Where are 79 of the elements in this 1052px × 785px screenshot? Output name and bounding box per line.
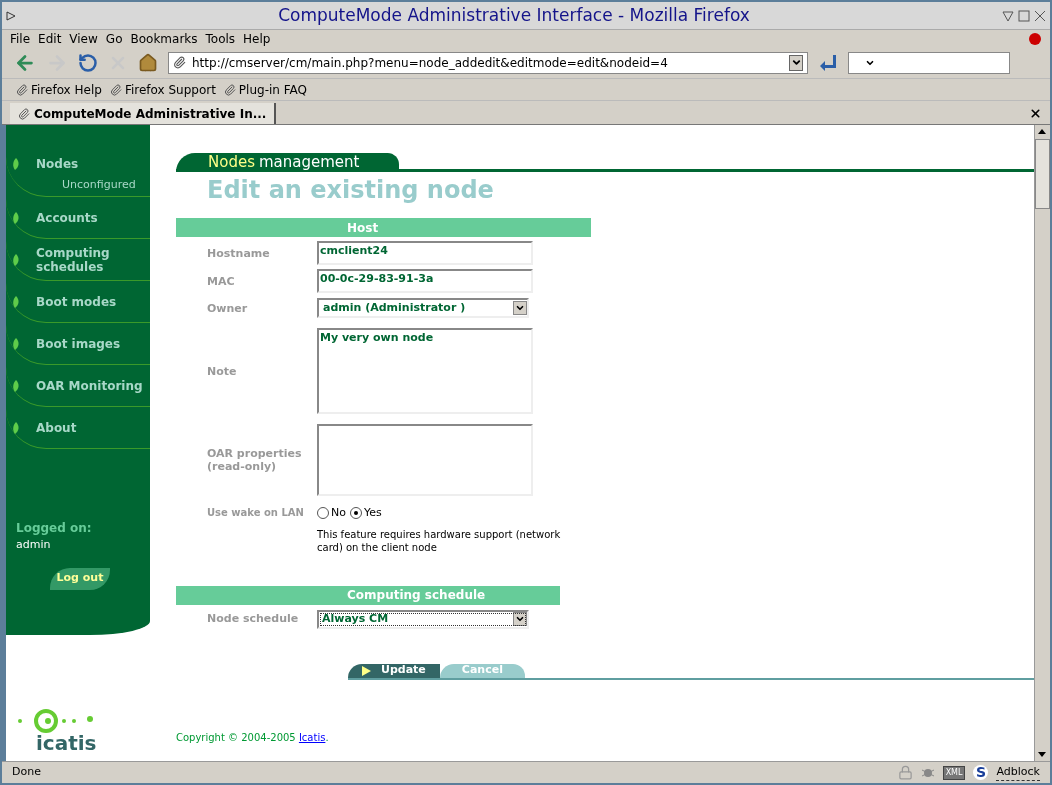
nav-link[interactable]: Nodes [36,157,79,172]
leaf-icon [12,379,20,392]
nav-link[interactable]: Boot images [36,336,121,351]
field-label: Node schedule [206,610,300,627]
bookmark-link[interactable]: Firefox Help [31,80,102,99]
radio-button[interactable] [317,507,329,520]
bookmark-icon [16,83,28,96]
leaf-icon [12,253,20,266]
username: admin [16,537,52,553]
nav-link[interactable]: Accounts [36,210,98,225]
status-text: Done [12,764,42,781]
note-field[interactable]: My very own node [317,328,533,414]
close-icon[interactable] [1034,9,1046,22]
menu-item[interactable]: File [10,29,31,48]
bookmark-icon [223,83,236,96]
play-icon [362,665,371,676]
section-band: Computing schedule [176,585,560,605]
field-label: Note [206,364,238,378]
menu-item[interactable]: Tools [205,29,236,48]
home-icon[interactable] [138,52,158,73]
field-label: Hostname [206,246,271,260]
field-label: Use wake on LAN [206,506,305,520]
owner-dropdown[interactable]: admin (Administrator ) [317,298,529,318]
logo-text: icatis [36,733,97,753]
reload-icon[interactable] [78,52,98,73]
window-menu-icon[interactable] [6,10,16,21]
copyright-end: . [325,731,329,743]
browser-tab[interactable]: ComputeMode Administrative In... [10,103,277,124]
copyright-text: Copyright © 2004-2005 [176,731,297,743]
xml-badge: XML [942,765,966,780]
page-icon [18,107,30,120]
radio-label[interactable]: Yes [363,505,382,522]
leaf-icon [12,421,20,434]
help-text: This feature requires hardware support (network card) on the client node [317,527,562,554]
leaf-icon [12,295,20,308]
radio-button[interactable] [349,507,362,520]
update-button[interactable]: Update [348,663,440,678]
nav-link[interactable]: Computing schedules [36,245,144,274]
adblock-label[interactable]: Adblock [996,763,1040,782]
section-name: management [258,155,360,170]
section-highlight: Nodes [208,155,255,170]
leaf-icon [12,211,20,224]
logged-on-label: Logged on: [16,520,93,537]
page-icon [173,56,186,69]
bookmark-icon [109,83,122,96]
page-heading: Edit an existing node [207,175,495,206]
maximize-icon[interactable] [1018,9,1030,22]
close-tab-icon[interactable] [1029,107,1042,120]
go-arrow-icon[interactable] [818,52,838,73]
vertical-scrollbar[interactable] [1034,125,1050,761]
section-band: Host [176,218,591,237]
menu-item[interactable]: Help [243,29,271,48]
text-field[interactable]: cmclient24 [317,241,533,265]
address-field[interactable]: http://cmserver/cm/main.php?menu=node_addedit&editmode=edit&nodeid=4 [168,51,808,74]
search-field[interactable] [848,51,1010,74]
radio-label[interactable]: No [331,505,346,522]
field-label: Owner [206,301,249,315]
nav-link[interactable]: Boot modes [36,294,117,309]
minimize-icon[interactable] [1002,9,1014,22]
menu-item[interactable]: View [69,29,98,48]
field-label: OAR properties (read-only) [206,447,303,473]
bookmark-link[interactable]: Firefox Support [124,80,216,99]
properties-field[interactable] [317,424,533,496]
bookmark-link[interactable]: Plug-in FAQ [238,80,307,99]
s-badge: S [973,765,989,780]
field-label: MAC [206,274,236,288]
nav-sublink[interactable]: Unconfigured [62,177,144,194]
schedule-dropdown[interactable]: Always CM [317,609,529,629]
padlock-icon [897,765,913,780]
nav-link[interactable]: OAR Monitoring [36,378,143,393]
nav-link[interactable]: About [36,420,77,435]
menu-item[interactable]: Edit [38,29,62,48]
menu-item[interactable]: Bookmarks [130,29,198,48]
window-title: ComputeMode Administrative Interface - Mozilla Firefox [277,3,751,27]
text-field[interactable]: 00-0c-29-83-91-3a [317,269,533,293]
scroll-thumb[interactable] [1035,139,1050,209]
menu-item[interactable]: Go [105,29,123,48]
leaf-icon [12,337,20,350]
leaf-icon [12,158,20,171]
